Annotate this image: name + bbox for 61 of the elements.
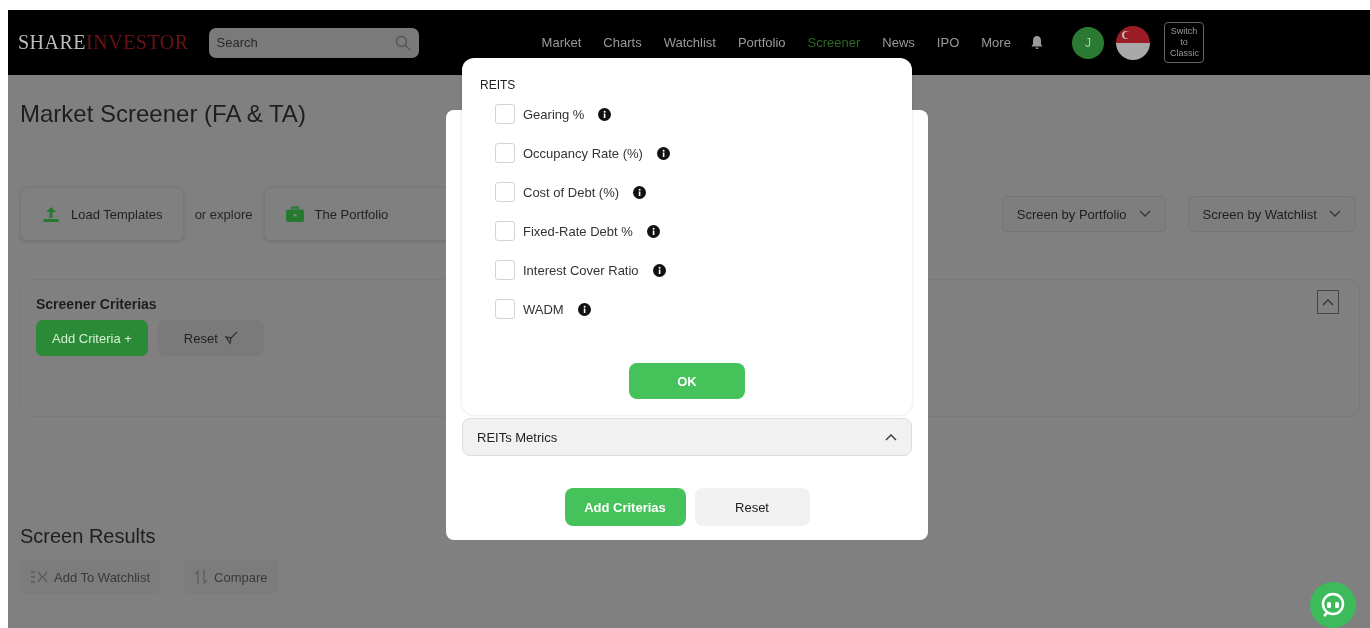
briefcase-icon [284,205,305,223]
nav-link[interactable]: Charts [592,35,653,50]
nav-link[interactable]: IPO [925,35,971,50]
nav-link[interactable]: News [871,35,926,50]
checkbox[interactable] [495,143,515,163]
option-label: WADM [523,301,564,317]
add-criteria-button[interactable]: Add Criteria + [36,320,148,356]
screen-by-dropdown[interactable]: Screen by Watchlist [1187,196,1356,232]
nav-link[interactable]: Market [530,35,593,50]
popover-heading: REITS [480,78,517,92]
option-label: Fixed-Rate Debt % [523,223,633,239]
section-title: Screen Results [20,525,157,548]
or-explore-text: or explore [193,205,254,224]
switch-classic-button[interactable]: Switch to Classic [1163,22,1204,63]
user-avatar[interactable]: J [1071,26,1104,59]
info-icon [646,224,660,238]
info-icon [577,302,591,316]
info-icon [652,263,666,277]
ok-button[interactable]: OK [629,363,745,399]
option-label: Cost of Debt (%) [523,184,620,200]
load-templates-button[interactable]: Load Templates [20,187,184,241]
checkbox[interactable] [495,260,515,280]
compare-button[interactable]: Compare [184,560,278,594]
nav-link[interactable]: More [970,35,1022,50]
reset-button[interactable]: Reset [157,320,264,356]
option-label: Gearing % [523,106,585,122]
screen-by-dropdown[interactable]: Screen by Portfolio [1001,196,1166,232]
page-title: Market Screener (FA & TA) [20,100,306,129]
add-to-watchlist-button[interactable]: Add To Watchlist [20,560,161,594]
checkbox[interactable] [495,221,515,241]
chevron-up-icon [885,433,897,441]
checkbox[interactable] [495,182,515,202]
watchlist-icon [30,570,48,584]
info-icon [633,185,647,199]
search-field[interactable]: Search [208,27,419,58]
option-label: Occupancy Rate (%) [523,145,643,161]
checkbox[interactable] [495,299,515,319]
checkbox[interactable] [495,104,515,124]
upload-icon [41,205,61,223]
collapse-button[interactable] [1317,290,1339,314]
info-icon [598,107,612,121]
search-icon [394,34,411,51]
bell-icon[interactable] [1029,35,1044,50]
chat-button[interactable] [1310,582,1356,628]
flag-icon[interactable] [1115,25,1150,60]
option-label: Interest Cover Ratio [523,262,639,278]
headset-icon [1320,592,1346,618]
nav-link[interactable]: Watchlist [652,35,727,50]
compare-icon [194,569,209,585]
nav-link[interactable]: Screener [796,35,872,50]
reset-button[interactable]: Reset [694,488,810,526]
chevron-down-icon [1138,210,1151,218]
chevron-up-icon [1322,298,1334,306]
metrics-accordion[interactable]: REITs Metrics [462,418,912,456]
nav-link[interactable]: Portfolio [726,35,797,50]
logo[interactable]: SHAREINVESTOR [18,31,189,54]
add-criterias-button[interactable]: Add Criterias [564,488,686,526]
info-icon [656,146,670,160]
card-title: Screener Criterias [36,296,157,312]
broom-icon [223,331,238,345]
chevron-down-icon [1329,210,1341,218]
